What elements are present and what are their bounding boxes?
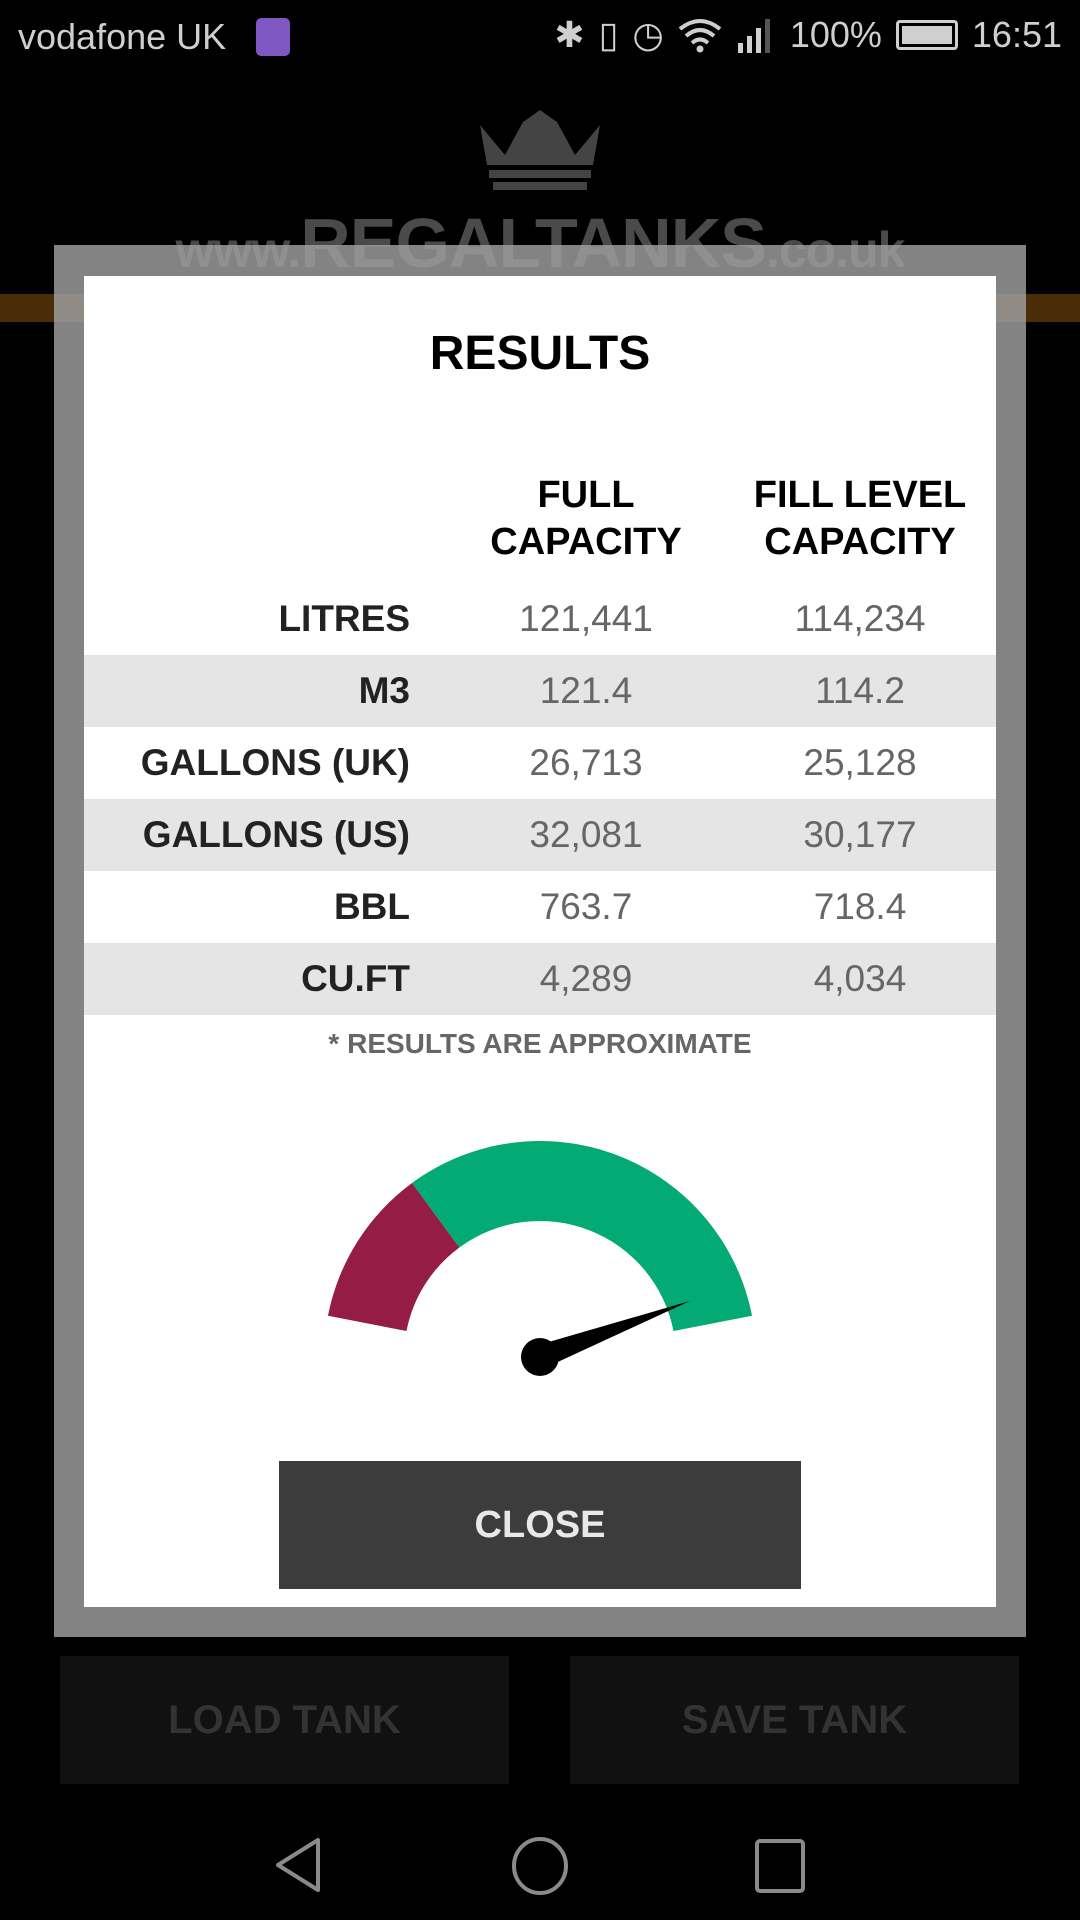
result-row: GALLONS (US) 32,081 30,177 [84,799,996,871]
column-header-full-capacity: FULL CAPACITY [446,472,726,566]
image-notification-icon [256,18,290,56]
header-line: FILL LEVEL [753,474,967,516]
gauge-green-zone [412,1141,753,1332]
approximate-note: * RESULTS ARE APPROXIMATE [328,1028,752,1059]
home-icon[interactable] [510,1836,570,1896]
unit-label: CU.FT [301,958,410,999]
status-bar: vodafone UK ✱ ▯ ◷ 100% 16:51 [0,0,1080,76]
full-capacity-value: 26,713 [529,742,643,783]
unit-label: GALLONS (UK) [140,742,410,783]
result-row: GALLONS (UK) 26,713 25,128 [84,727,996,799]
full-capacity-value: 32,081 [529,814,643,855]
battery-percent: 100% [789,14,882,55]
full-capacity-value: 4,289 [539,958,633,999]
full-capacity-value: 763.7 [539,886,633,927]
unit-label: LITRES [278,598,410,639]
carrier-name: vodafone UK [18,16,227,57]
fill-gauge [327,1141,753,1376]
gauge-hub [521,1338,559,1376]
results-dialog: RESULTS FULL CAPACITY FILL LEVEL CAPACITY … [84,276,996,1607]
alarm-icon: ◷ [632,14,664,55]
dialog-title: RESULTS [429,327,651,380]
fill-level-value: 114,234 [794,598,926,639]
result-row: LITRES 121,441 114,234 [84,583,996,655]
result-row: BBL 763.7 718.4 [84,871,996,943]
header-line: CAPACITY [764,521,956,563]
signal-icon [737,19,770,53]
header-line: CAPACITY [490,521,682,563]
battery-icon [895,20,958,50]
column-header-fill-level: FILL LEVEL CAPACITY [720,472,1000,566]
full-capacity-value: 121,441 [519,598,653,639]
unit-label: BBL [333,886,410,927]
result-row: CU.FT 4,289 4,034 [84,943,996,1015]
unit-label: GALLONS (US) [142,814,410,855]
fill-level-value: 30,177 [803,814,917,855]
clock: 16:51 [971,14,1062,55]
header-line: FULL [537,474,635,516]
vibrate-icon: ▯ [598,14,619,55]
wifi-icon [678,19,722,53]
bluetooth-icon: ✱ [554,14,585,55]
fill-level-value: 25,128 [803,742,917,783]
save-tank-button[interactable]: SAVE TANK [570,1656,1019,1784]
close-button[interactable]: CLOSE [279,1461,801,1589]
recents-icon[interactable] [754,1838,806,1894]
result-row: M3 121.4 114.2 [84,655,996,727]
back-icon[interactable] [272,1836,328,1894]
crown-icon [480,110,600,190]
fill-level-value: 114.2 [815,670,905,711]
fill-level-value: 718.4 [813,886,907,927]
load-tank-button[interactable]: LOAD TANK [60,1656,509,1784]
fill-level-value: 4,034 [813,958,907,999]
unit-label: M3 [358,670,410,711]
full-capacity-value: 121.4 [539,670,633,711]
